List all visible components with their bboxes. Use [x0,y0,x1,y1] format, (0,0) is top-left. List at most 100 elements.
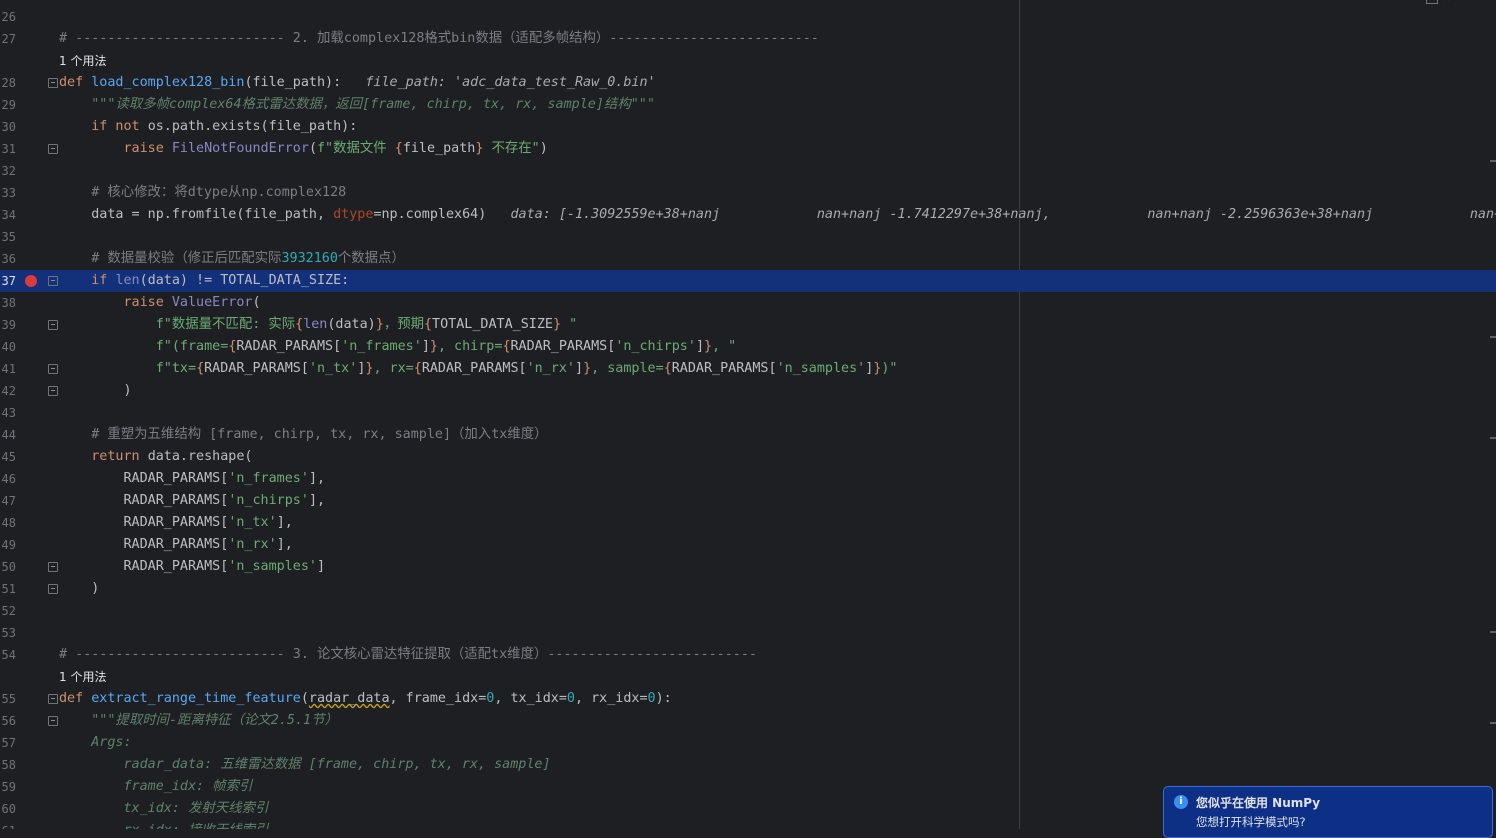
line-number[interactable]: 53 [0,622,16,644]
code-line[interactable]: 41 f"tx={RADAR_PARAMS['n_tx']}, rx={RADA… [0,358,1496,380]
line-number[interactable]: 50 [0,556,16,578]
code-line[interactable]: 29 """读取多帧complex64格式雷达数据，返回[frame, chir… [0,94,1496,116]
code-token: ] [575,361,584,376]
line-number[interactable]: 52 [0,600,16,622]
code-token: ) [59,581,100,596]
code-line[interactable]: 45 return data.reshape( [0,446,1496,468]
code-line[interactable]: 26 [0,6,1496,28]
inspection-widget[interactable]: ✓✓ [1426,0,1466,4]
code-token: 'n_chirps' [615,339,696,354]
line-number[interactable]: 27 [0,28,16,50]
line-number[interactable]: 43 [0,402,16,424]
fold-icon[interactable] [48,276,58,286]
line-number[interactable]: 57 [0,732,16,754]
line-number[interactable]: 26 [0,6,16,28]
line-number[interactable]: 54 [0,644,16,666]
fold-icon[interactable] [48,562,58,572]
line-number[interactable]: 33 [0,182,16,204]
scrollbar-marker[interactable] [1490,437,1496,439]
code-line[interactable]: 39 f"数据量不匹配: 实际{len(data)}，预期{TOTAL_DATA… [0,314,1496,336]
line-number[interactable]: 40 [0,336,16,358]
usage-hint[interactable]: 1 个用法 [59,50,106,72]
line-number[interactable]: 34 [0,204,16,226]
code-line-current[interactable]: 37 if len(data) != TOTAL_DATA_SIZE: [0,270,1496,292]
code-token: { [423,317,433,332]
fold-icon[interactable] [48,144,58,154]
code-line[interactable]: 28 def load_complex128_bin(file_path): fi… [0,72,1496,94]
numpy-notification[interactable]: i 您似乎在使用 NumPy 您想打开科学模式吗? [1163,786,1493,838]
scrollbar-marker[interactable] [1490,722,1496,724]
scrollbar-marker[interactable] [1490,160,1496,162]
line-number[interactable]: 29 [0,94,16,116]
code-line[interactable]: 46 RADAR_PARAMS['n_frames'], [0,468,1496,490]
code-line[interactable]: 57 Args: [0,732,1496,754]
fold-icon[interactable] [48,78,58,88]
code-line[interactable]: 51 ) [0,578,1496,600]
code-line[interactable]: 31 raise FileNotFoundError(f"数据文件 {file_… [0,138,1496,160]
line-number[interactable]: 45 [0,446,16,468]
code-line[interactable]: 52 [0,600,1496,622]
line-number[interactable]: 56 [0,710,16,732]
scrollbar-marker[interactable] [1490,336,1496,338]
code-line[interactable]: 38 raise ValueError( [0,292,1496,314]
code-line[interactable]: 47 RADAR_PARAMS['n_chirps'], [0,490,1496,512]
line-number[interactable]: 46 [0,468,16,490]
code-line[interactable]: 32 [0,160,1496,182]
line-number[interactable]: 60 [0,798,16,820]
code-line[interactable]: 27 # -------------------------- 2. 加载comp… [0,28,1496,50]
code-token: file_path [402,141,476,156]
code-line[interactable]: 54 # -------------------------- 3. 论文核心雷达… [0,644,1496,666]
line-number[interactable]: 32 [0,160,16,182]
code-line[interactable]: 35 [0,226,1496,248]
code-line[interactable]: 48 RADAR_PARAMS['n_tx'], [0,512,1496,534]
code-line[interactable]: 40 f"(frame={RADAR_PARAMS['n_frames']}, … [0,336,1496,358]
fold-icon[interactable] [48,694,58,704]
notification-message[interactable]: 您想打开科学模式吗? [1196,814,1306,830]
line-number[interactable]: 39 [0,314,16,336]
line-number[interactable]: 48 [0,512,16,534]
code-line[interactable]: 49 RADAR_PARAMS['n_rx'], [0,534,1496,556]
fold-icon[interactable] [48,716,58,726]
line-number[interactable]: 47 [0,490,16,512]
code-line[interactable]: 42 ) [0,380,1496,402]
line-number[interactable]: 28 [0,72,16,94]
fold-icon[interactable] [48,584,58,594]
code-token: } [704,339,713,354]
line-number[interactable]: 51 [0,578,16,600]
code-text: def extract_range_time_feature(radar_dat… [59,688,672,710]
code-line[interactable]: 43 [0,402,1496,424]
code-token: RADAR_PARAMS[ [59,559,229,574]
fold-icon[interactable] [48,320,58,330]
code-line[interactable]: 50 RADAR_PARAMS['n_samples'] [0,556,1496,578]
line-number[interactable]: 42 [0,380,16,402]
code-token: FileNotFoundError [171,141,309,156]
fold-icon[interactable] [48,364,58,374]
code-line[interactable]: 56 """提取时间-距离特征（论文2.5.1节） [0,710,1496,732]
usage-hint[interactable]: 1 个用法 [59,666,106,688]
line-number[interactable]: 37 [0,270,16,292]
code-line[interactable]: 44 # 重塑为五维结构 [frame, chirp, tx, rx, samp… [0,424,1496,446]
scrollbar-marker[interactable] [1490,631,1496,633]
code-line[interactable]: 55 def extract_range_time_feature(radar_d… [0,688,1496,710]
line-number[interactable]: 44 [0,424,16,446]
line-number[interactable]: 31 [0,138,16,160]
code-line[interactable]: 30 if not os.path.exists(file_path): [0,116,1496,138]
code-line[interactable]: 34 data = np.fromfile(file_path, dtype=n… [0,204,1496,226]
line-number[interactable]: 61 [0,820,16,829]
line-number[interactable]: 30 [0,116,16,138]
line-number[interactable]: 55 [0,688,16,710]
code-line[interactable]: 53 [0,622,1496,644]
line-number[interactable]: 35 [0,226,16,248]
line-number[interactable]: 58 [0,754,16,776]
code-editor[interactable]: ✓✓ 2627 # -------------------------- 2. 加… [0,0,1496,829]
line-number[interactable]: 36 [0,248,16,270]
line-number[interactable]: 49 [0,534,16,556]
code-line[interactable]: 33 # 核心修改：将dtype从np.complex128 [0,182,1496,204]
line-number[interactable]: 41 [0,358,16,380]
code-line[interactable]: 36 # 数据量校验（修正后匹配实际3932160个数据点） [0,248,1496,270]
line-number[interactable]: 38 [0,292,16,314]
line-number[interactable]: 59 [0,776,16,798]
code-line[interactable]: 58 radar_data: 五维雷达数据 [frame, chirp, tx,… [0,754,1496,776]
fold-icon[interactable] [48,386,58,396]
breakpoint-icon[interactable] [25,275,37,287]
